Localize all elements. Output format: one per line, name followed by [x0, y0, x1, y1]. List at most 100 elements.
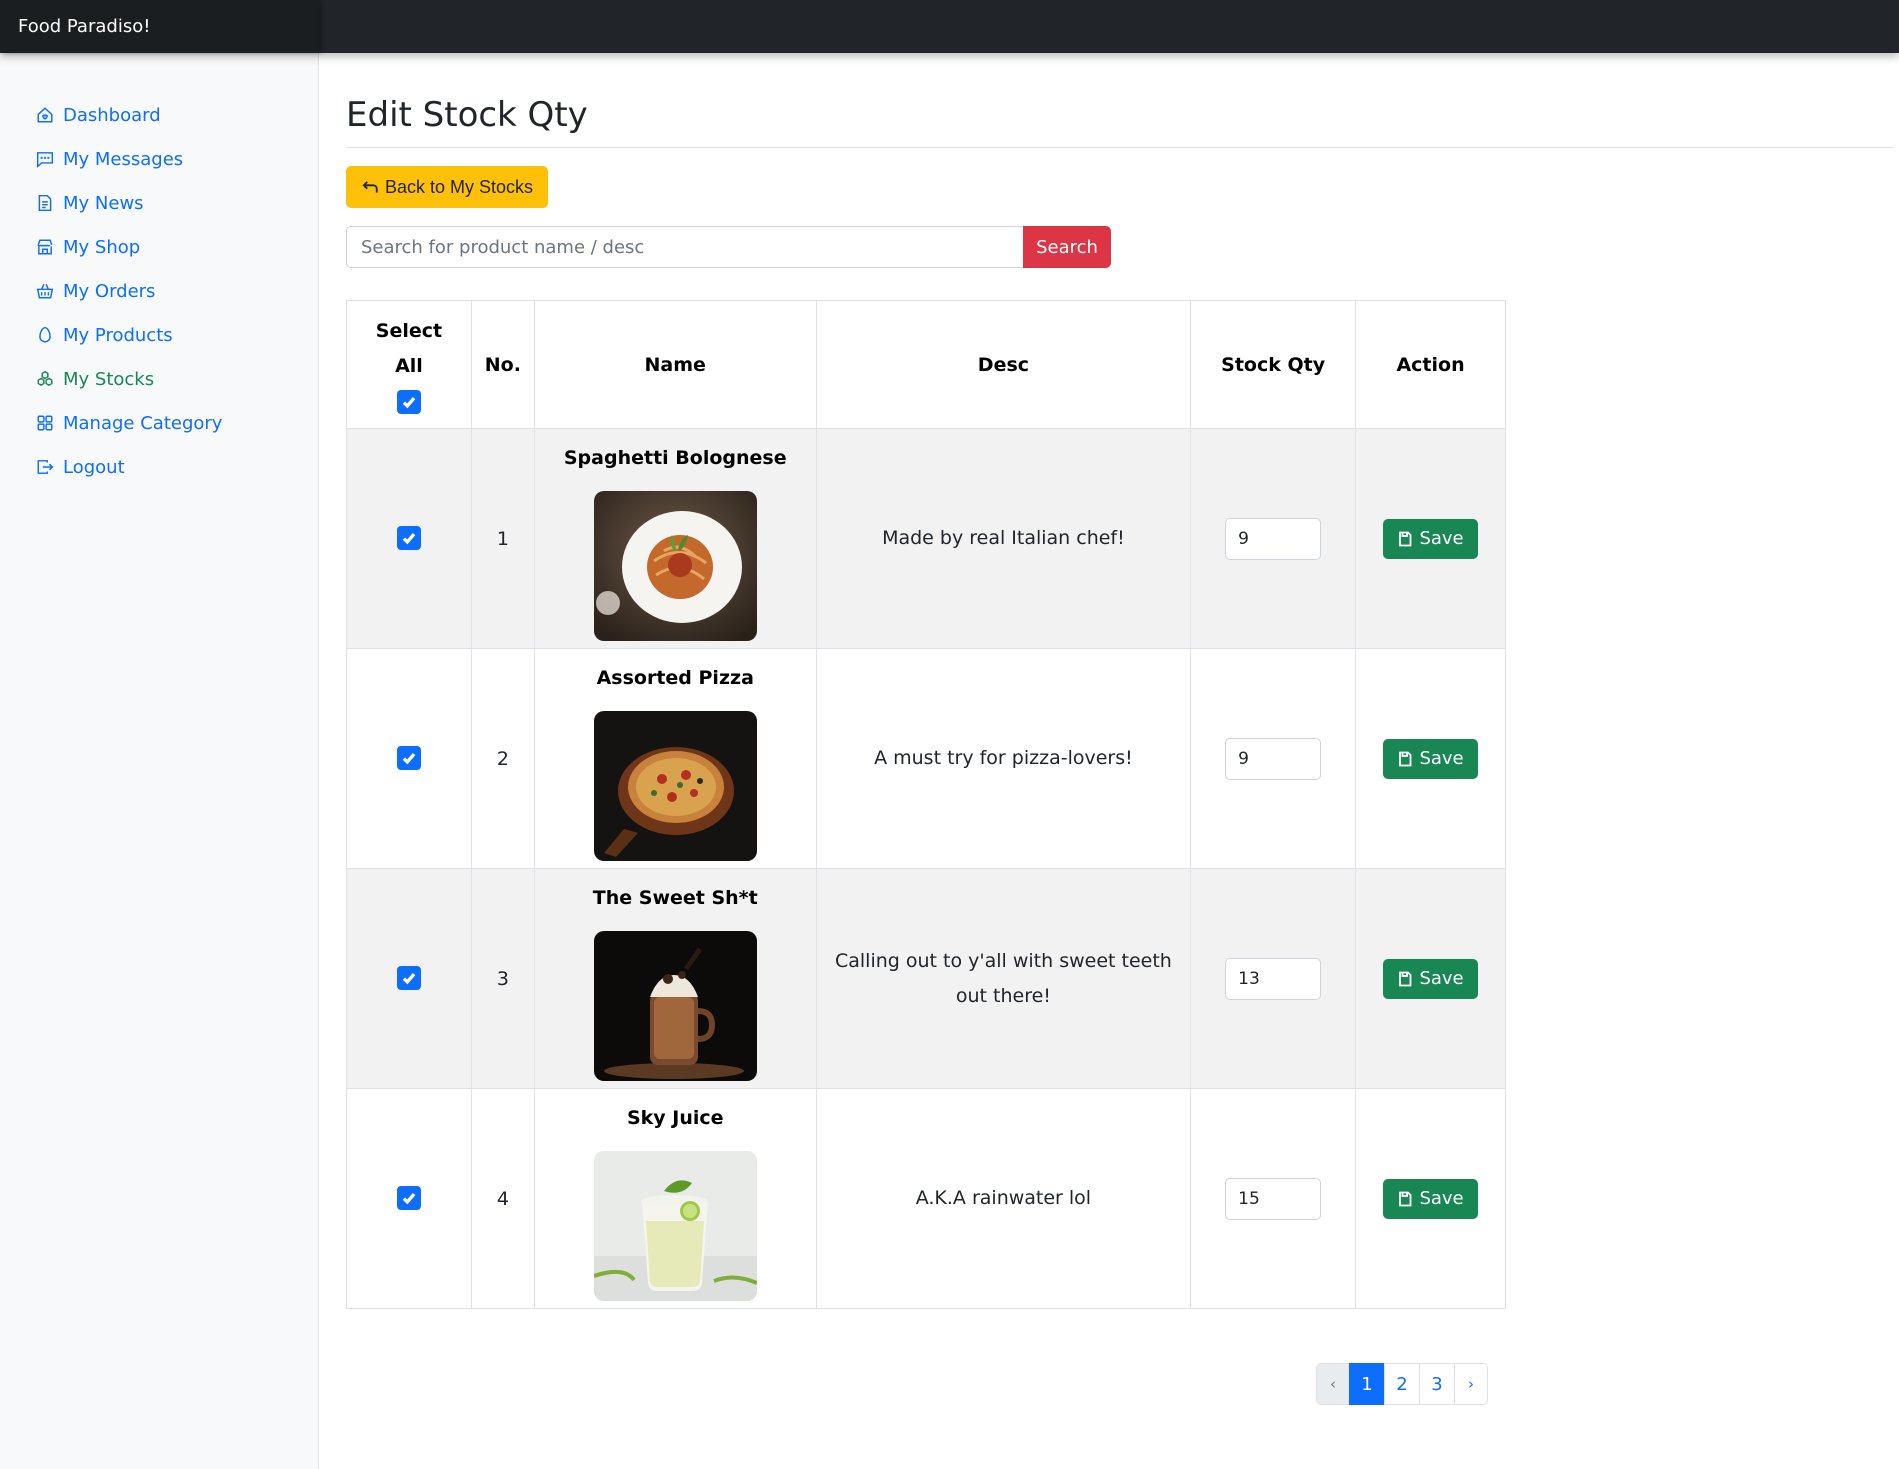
row-number: 1 — [470, 428, 535, 649]
product-name: The Sweet Sh*t — [592, 886, 758, 909]
product-cell: The Sweet Sh*t — [533, 868, 817, 1089]
sidebar-item-label: My Products — [63, 324, 173, 346]
prev-page-button[interactable]: ‹ — [1316, 1363, 1350, 1405]
top-navbar: Food Paradiso! — [0, 0, 1899, 53]
page-3-button[interactable]: 3 — [1419, 1363, 1455, 1405]
basket-icon — [35, 281, 55, 301]
table-row: 3 The Sweet Sh*t Calling out to y'all wi… — [346, 868, 1506, 1089]
logout-icon — [35, 457, 55, 477]
stock-table: Select All No. Name Desc Stock Qty Actio… — [346, 300, 1506, 1309]
sidebar-item-label: Manage Category — [63, 412, 223, 434]
name-header: Name — [533, 300, 817, 429]
sidebar-item-stocks[interactable]: My Stocks — [0, 357, 318, 401]
product-desc: A must try for pizza-lovers! — [815, 648, 1192, 869]
stock-qty-input[interactable] — [1225, 737, 1322, 780]
row-number: 3 — [470, 868, 535, 1089]
product-name: Sky Juice — [626, 1106, 724, 1129]
qty-cell — [1190, 868, 1357, 1089]
select-all-header: Select All — [346, 300, 472, 429]
table-header-row: Select All No. Name Desc Stock Qty Actio… — [346, 300, 1506, 429]
sidebar-item-orders[interactable]: My Orders — [0, 269, 318, 313]
spaghetti-photo — [593, 490, 757, 641]
row-checkbox[interactable] — [396, 746, 421, 770]
back-button-label: Back to My Stocks — [385, 176, 534, 197]
next-page-button[interactable]: › — [1454, 1363, 1488, 1405]
sidebar-item-shop[interactable]: My Shop — [0, 225, 318, 269]
sidebar: Dashboard My Messages My News My Shop My… — [0, 53, 319, 1469]
chat-icon — [35, 149, 55, 169]
stock-qty-header: Stock Qty — [1190, 300, 1357, 429]
row-number: 2 — [470, 648, 535, 869]
save-button-label: Save — [1419, 748, 1464, 769]
product-desc: Calling out to y'all with sweet teeth ou… — [815, 868, 1192, 1089]
select-header-line2: All — [395, 354, 423, 377]
save-icon — [1399, 1191, 1412, 1206]
sidebar-item-label: My News — [63, 192, 144, 214]
row-checkbox[interactable] — [396, 1186, 421, 1210]
sidebar-item-news[interactable]: My News — [0, 181, 318, 225]
egg-icon — [35, 325, 55, 345]
save-button[interactable]: Save — [1383, 518, 1478, 559]
sidebar-item-label: My Shop — [63, 236, 141, 258]
page-title: Edit Stock Qty — [346, 95, 1894, 148]
action-cell: Save — [1355, 868, 1506, 1089]
search-bar: Search — [346, 226, 1111, 268]
sidebar-item-dashboard[interactable]: Dashboard — [0, 93, 318, 137]
sidebar-item-label: My Stocks — [63, 368, 155, 390]
row-checkbox[interactable] — [396, 966, 421, 990]
row-checkbox[interactable] — [396, 526, 421, 550]
arrow-return-left-icon — [362, 181, 378, 193]
save-button-label: Save — [1419, 968, 1464, 989]
product-desc: A.K.A rainwater lol — [815, 1088, 1192, 1309]
qty-cell — [1190, 648, 1357, 869]
back-to-stocks-button[interactable]: Back to My Stocks — [346, 166, 549, 208]
pagination: ‹ 1 2 3 › — [1316, 1363, 1488, 1405]
desc-header: Desc — [815, 300, 1192, 429]
row-select-cell — [346, 428, 472, 649]
select-all-checkbox[interactable] — [396, 389, 421, 414]
boxes-icon — [35, 369, 55, 389]
page-2-button[interactable]: 2 — [1384, 1363, 1420, 1405]
search-button[interactable]: Search — [1023, 226, 1111, 268]
product-desc: Made by real Italian chef! — [815, 428, 1192, 649]
save-button[interactable]: Save — [1383, 1178, 1478, 1219]
milkshake-photo — [593, 930, 757, 1081]
select-header-line1: Select — [375, 319, 443, 342]
sidebar-item-label: Dashboard — [63, 104, 161, 126]
checkmark-icon — [402, 752, 416, 765]
qty-cell — [1190, 1088, 1357, 1309]
action-cell: Save — [1355, 428, 1506, 649]
sidebar-item-products[interactable]: My Products — [0, 313, 318, 357]
save-button[interactable]: Save — [1383, 958, 1478, 999]
product-cell: Spaghetti Bolognese — [533, 428, 817, 649]
sidebar-item-label: Logout — [63, 456, 125, 478]
row-number: 4 — [470, 1088, 535, 1309]
search-input[interactable] — [346, 226, 1023, 268]
save-button-label: Save — [1419, 528, 1464, 549]
product-cell: Assorted Pizza — [533, 648, 817, 869]
sidebar-item-label: My Messages — [63, 148, 184, 170]
table-row: 2 Assorted Pizza A must try for pizza-lo… — [346, 648, 1506, 869]
sidebar-item-manage-category[interactable]: Manage Category — [0, 401, 318, 445]
checkmark-icon — [402, 532, 416, 545]
stock-qty-input[interactable] — [1225, 517, 1322, 560]
main-content: Edit Stock Qty Back to My Stocks Search … — [346, 53, 1894, 1405]
stock-qty-input[interactable] — [1225, 957, 1322, 1000]
checkmark-icon — [402, 972, 416, 985]
action-cell: Save — [1355, 1088, 1506, 1309]
qty-cell — [1190, 428, 1357, 649]
table-row: 1 Spaghetti Bolognese Made by real Itali… — [346, 428, 1506, 649]
sidebar-item-messages[interactable]: My Messages — [0, 137, 318, 181]
stock-qty-input[interactable] — [1225, 1177, 1322, 1220]
action-header: Action — [1355, 300, 1506, 429]
action-cell: Save — [1355, 648, 1506, 869]
page-1-button[interactable]: 1 — [1349, 1363, 1385, 1405]
sidebar-item-logout[interactable]: Logout — [0, 445, 318, 489]
row-select-cell — [346, 868, 472, 1089]
product-name: Assorted Pizza — [596, 666, 754, 689]
lime-juice-photo — [593, 1150, 757, 1301]
save-button[interactable]: Save — [1383, 738, 1478, 779]
brand-title[interactable]: Food Paradiso! — [0, 0, 319, 53]
newspaper-icon — [35, 193, 55, 213]
product-cell: Sky Juice — [533, 1088, 817, 1309]
